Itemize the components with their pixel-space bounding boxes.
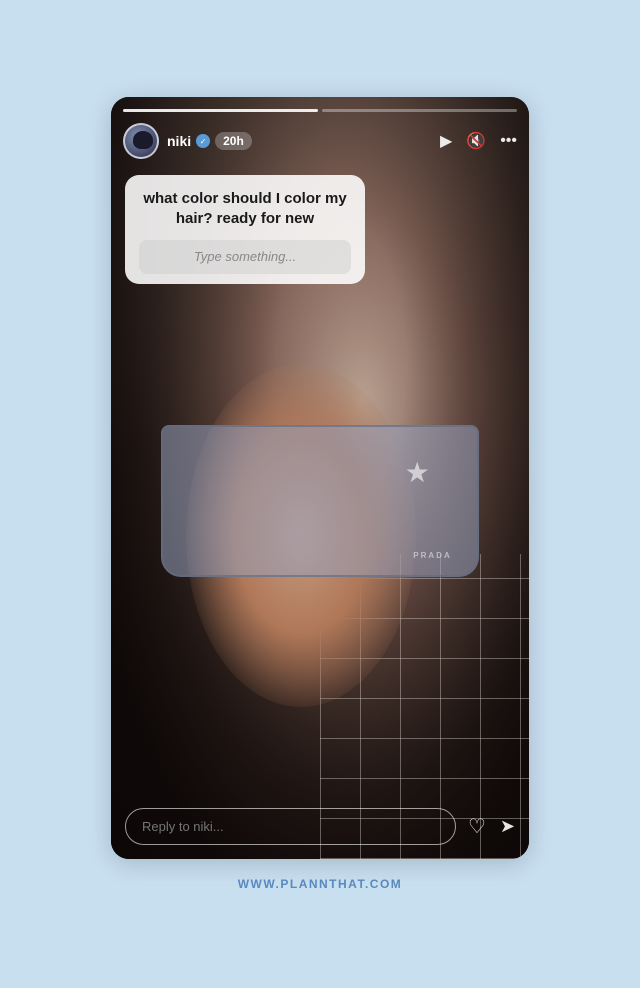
watermark: WWW.PLANNTHAT.COM [238, 877, 403, 891]
verified-icon: ✓ [196, 134, 210, 148]
answer-placeholder: Type something... [194, 249, 296, 264]
avatar[interactable] [123, 123, 159, 159]
story-card: niki ✓ 20h ▶ 🔇 ••• what color should I c… [111, 97, 529, 859]
question-box: what color should I color my hair? ready… [125, 175, 365, 284]
username-row: niki ✓ 20h [167, 132, 432, 150]
answer-input-area[interactable]: Type something... [139, 240, 351, 274]
heart-icon[interactable]: ♡ [468, 814, 486, 839]
username-text: niki [167, 133, 191, 149]
story-bottom-bar: ♡ ➤ [125, 808, 515, 845]
page-wrapper: niki ✓ 20h ▶ 🔇 ••• what color should I c… [0, 0, 640, 988]
progress-seg-1 [123, 109, 318, 112]
sunglasses [161, 425, 479, 577]
top-right-icons: ▶ 🔇 ••• [440, 131, 517, 151]
progress-bar-row [123, 109, 517, 112]
question-text: what color should I color my hair? ready… [139, 189, 351, 230]
time-badge: 20h [215, 132, 252, 150]
progress-seg-2 [322, 109, 517, 112]
more-icon[interactable]: ••• [500, 132, 517, 150]
send-icon[interactable]: ➤ [500, 816, 515, 837]
play-icon[interactable]: ▶ [440, 131, 452, 151]
mute-icon[interactable]: 🔇 [466, 131, 486, 151]
reply-input[interactable] [125, 808, 456, 845]
sunglasses-shape [161, 425, 479, 577]
bottom-icons: ♡ ➤ [468, 814, 515, 839]
story-top-bar: niki ✓ 20h ▶ 🔇 ••• [123, 123, 517, 159]
